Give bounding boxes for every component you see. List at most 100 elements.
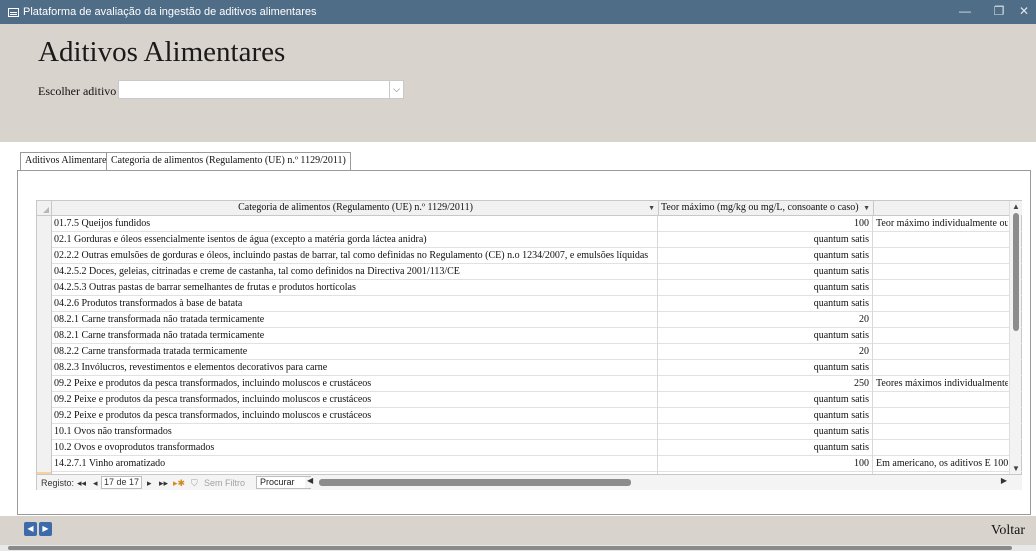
- table-row[interactable]: 10.1 Ovos não transformados quantum satis: [37, 424, 1022, 440]
- table-row[interactable]: 09.2 Peixe e produtos da pesca transform…: [37, 408, 1022, 424]
- scroll-up-icon[interactable]: ▲: [1012, 202, 1020, 211]
- cell-teor[interactable]: 100: [659, 216, 873, 232]
- cell-nota[interactable]: [874, 248, 1008, 264]
- cell-teor[interactable]: quantum satis: [659, 280, 873, 296]
- cell-nota[interactable]: [874, 232, 1008, 248]
- horizontal-scrollbar[interactable]: ◀ ▶: [305, 476, 1009, 488]
- table-row[interactable]: 09.2 Peixe e produtos da pesca transform…: [37, 392, 1022, 408]
- table-row[interactable]: 02.2.2 Outras emulsões de gorduras e óle…: [37, 248, 1022, 264]
- column-header-categoria[interactable]: Categoria de alimentos (Regulamento (UE)…: [53, 201, 659, 215]
- cell-teor[interactable]: quantum satis: [659, 248, 873, 264]
- cell-teor[interactable]: 20: [659, 312, 873, 328]
- row-selector[interactable]: [37, 344, 52, 360]
- row-selector[interactable]: [37, 264, 52, 280]
- tab-categoria-alimentos[interactable]: Categoria de alimentos (Regulamento (UE)…: [106, 152, 351, 170]
- row-selector[interactable]: [37, 408, 52, 424]
- cell-categoria[interactable]: 08.2.1 Carne transformada não tratada te…: [54, 328, 658, 344]
- row-selector[interactable]: [37, 328, 52, 344]
- cell-teor[interactable]: 100: [659, 456, 873, 472]
- table-row[interactable]: 10.2 Ovos e ovoprodutos transformados qua…: [37, 440, 1022, 456]
- cell-teor[interactable]: quantum satis: [659, 440, 873, 456]
- cell-nota[interactable]: [874, 408, 1008, 424]
- cell-categoria[interactable]: 10.2 Ovos e ovoprodutos transformados: [54, 440, 658, 456]
- cell-teor[interactable]: 250: [659, 376, 873, 392]
- form-horizontal-scroll-thumb[interactable]: [8, 546, 1012, 550]
- row-selector[interactable]: [37, 376, 52, 392]
- first-record-button[interactable]: ◂◂: [77, 477, 86, 489]
- sort-dropdown-icon[interactable]: ▼: [863, 201, 870, 215]
- row-selector[interactable]: [37, 280, 52, 296]
- previous-record-button[interactable]: ◂: [93, 477, 98, 489]
- horizontal-scroll-thumb[interactable]: [319, 479, 631, 486]
- cell-categoria[interactable]: 09.2 Peixe e produtos da pesca transform…: [54, 392, 658, 408]
- cell-nota[interactable]: Teor máximo individualmente ou: [874, 216, 1008, 232]
- chevron-down-icon[interactable]: ⌵: [389, 81, 403, 98]
- cell-categoria[interactable]: 09.2 Peixe e produtos da pesca transform…: [54, 376, 658, 392]
- cell-nota[interactable]: [874, 328, 1008, 344]
- row-selector[interactable]: [37, 392, 52, 408]
- table-row[interactable]: 04.2.5.3 Outras pastas de barrar semelha…: [37, 280, 1022, 296]
- table-row[interactable]: 08.2.1 Carne transformada não tratada te…: [37, 312, 1022, 328]
- table-row[interactable]: 04.2.5.2 Doces, geleias, citrinadas e cr…: [37, 264, 1022, 280]
- table-row[interactable]: 08.2.1 Carne transformada não tratada te…: [37, 328, 1022, 344]
- scroll-down-icon[interactable]: ▼: [1012, 464, 1020, 473]
- table-row[interactable]: 02.1 Gorduras e óleos essencialmente ise…: [37, 232, 1022, 248]
- row-selector[interactable]: [37, 216, 52, 232]
- previous-record-arrow-icon[interactable]: ◀: [24, 522, 37, 536]
- cell-nota[interactable]: [874, 344, 1008, 360]
- cell-categoria[interactable]: 04.2.6 Produtos transformados à base de …: [54, 296, 658, 312]
- no-filter-label[interactable]: Sem Filtro: [204, 477, 245, 489]
- cell-teor[interactable]: quantum satis: [659, 408, 873, 424]
- row-selector[interactable]: [37, 424, 52, 440]
- row-selector[interactable]: [37, 296, 52, 312]
- vertical-scroll-thumb[interactable]: [1013, 213, 1019, 331]
- table-row[interactable]: 04.2.6 Produtos transformados à base de …: [37, 296, 1022, 312]
- column-header-teor[interactable]: Teor máximo (mg/kg ou mg/L, consoante o …: [659, 201, 874, 215]
- cell-categoria[interactable]: 04.2.5.3 Outras pastas de barrar semelha…: [54, 280, 658, 296]
- next-record-arrow-icon[interactable]: ▶: [39, 522, 52, 536]
- choose-additive-combobox[interactable]: ⌵: [118, 80, 404, 99]
- cell-nota[interactable]: Em americano, os aditivos E 100,: [874, 456, 1008, 472]
- row-selector[interactable]: [37, 456, 52, 472]
- sort-dropdown-icon[interactable]: ▼: [648, 201, 655, 215]
- cell-teor[interactable]: quantum satis: [659, 264, 873, 280]
- table-row[interactable]: 14.2.7.1 Vinho aromatizado 100 Em american…: [37, 456, 1022, 472]
- cell-categoria[interactable]: 14.2.7.1 Vinho aromatizado: [54, 456, 658, 472]
- form-horizontal-scrollbar[interactable]: [0, 545, 1036, 551]
- tab-aditivos-alimentares[interactable]: Aditivos Alimentares: [20, 152, 116, 170]
- cell-nota[interactable]: [874, 312, 1008, 328]
- row-selector[interactable]: [37, 440, 52, 456]
- record-counter-field[interactable]: 17 de 17: [101, 476, 143, 489]
- cell-categoria[interactable]: 02.1 Gorduras e óleos essencialmente ise…: [54, 232, 658, 248]
- minimize-button[interactable]: —: [948, 0, 982, 24]
- cell-nota[interactable]: [874, 360, 1008, 376]
- cell-teor[interactable]: quantum satis: [659, 328, 873, 344]
- cell-categoria[interactable]: 08.2.3 Invólucros, revestimentos e eleme…: [54, 360, 658, 376]
- column-header-notas[interactable]: [874, 201, 1010, 215]
- cell-teor[interactable]: quantum satis: [659, 360, 873, 376]
- new-record-button[interactable]: ▸✱: [173, 477, 185, 489]
- cell-categoria[interactable]: 10.1 Ovos não transformados: [54, 424, 658, 440]
- row-selector[interactable]: [37, 312, 52, 328]
- vertical-scrollbar[interactable]: ▲ ▼: [1009, 201, 1021, 474]
- restore-button[interactable]: ❐: [982, 0, 1016, 24]
- cell-teor[interactable]: 20: [659, 344, 873, 360]
- close-button[interactable]: ✕: [1012, 0, 1036, 24]
- table-row[interactable]: 08.2.2 Carne transformada tratada termic…: [37, 344, 1022, 360]
- row-selector[interactable]: [37, 360, 52, 376]
- cell-categoria[interactable]: 08.2.1 Carne transformada não tratada te…: [54, 312, 658, 328]
- table-row[interactable]: 09.2 Peixe e produtos da pesca transform…: [37, 376, 1022, 392]
- cell-nota[interactable]: [874, 424, 1008, 440]
- table-row[interactable]: 01.7.5 Queijos fundidos 100 Teor máximo in…: [37, 216, 1022, 232]
- back-button[interactable]: Voltar: [991, 523, 1025, 539]
- select-all-corner[interactable]: [37, 201, 52, 215]
- row-selector[interactable]: [37, 248, 52, 264]
- cell-nota[interactable]: [874, 264, 1008, 280]
- next-record-button[interactable]: ▸: [147, 477, 152, 489]
- cell-categoria[interactable]: 01.7.5 Queijos fundidos: [54, 216, 658, 232]
- row-selector[interactable]: [37, 232, 52, 248]
- cell-teor[interactable]: quantum satis: [659, 424, 873, 440]
- cell-teor[interactable]: quantum satis: [659, 232, 873, 248]
- last-record-button[interactable]: ▸▸: [159, 477, 168, 489]
- cell-categoria[interactable]: 08.2.2 Carne transformada tratada termic…: [54, 344, 658, 360]
